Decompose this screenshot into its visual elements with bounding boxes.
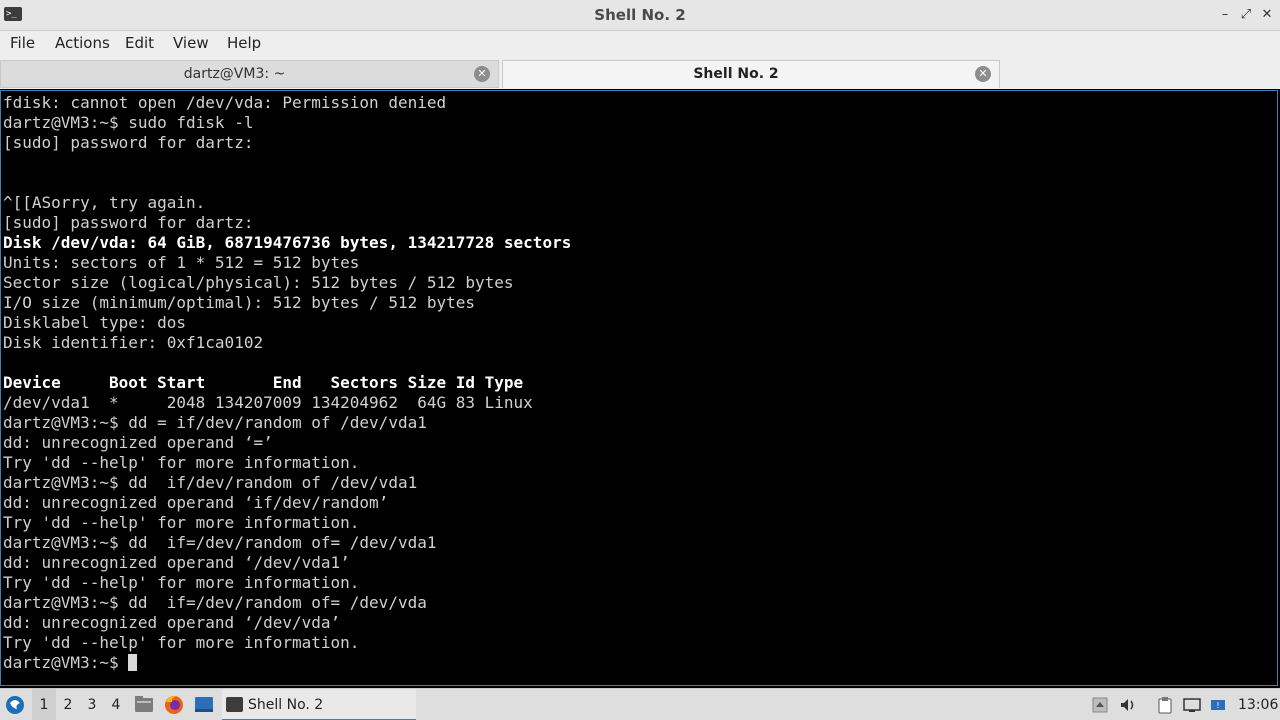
taskbar: 1 2 3 4 Shell No. 2 ! 13:06 (0, 688, 1280, 720)
menu-actions[interactable]: Actions (55, 31, 110, 59)
menu-file[interactable]: File (10, 31, 35, 59)
terminal-lines: fdisk: cannot open /dev/vda: Permission … (3, 93, 571, 673)
workspace-1[interactable]: 1 (32, 689, 56, 720)
terminal-line: /dev/vda1 * 2048 134207009 134204962 64G… (3, 393, 533, 412)
text-cursor (128, 654, 138, 671)
menu-bar: File Actions Edit View Help (0, 31, 1280, 59)
title-bar: >_ Shell No. 2 – ⤢ ✕ (0, 0, 1280, 31)
terminal-line: Device Boot Start End Sectors Size Id Ty… (3, 373, 524, 392)
terminal-prompt-line[interactable]: dartz@VM3:~$ (3, 653, 571, 673)
terminal-line: Try 'dd --help' for more information. (3, 573, 360, 592)
menu-view[interactable]: View (173, 31, 209, 59)
firefox-icon[interactable] (163, 689, 185, 720)
terminal-line: Disk /dev/vda: 64 GiB, 68719476736 bytes… (3, 233, 572, 252)
terminal-line: fdisk: cannot open /dev/vda: Permission … (3, 93, 447, 112)
terminal-line: dartz@VM3:~$ dd if=/dev/random of= /dev/… (3, 533, 437, 552)
menu-help[interactable]: Help (227, 31, 261, 59)
clock[interactable]: 13:06 (1238, 689, 1278, 720)
window-title: Shell No. 2 (594, 6, 686, 24)
workspace-4[interactable]: 4 (104, 689, 128, 720)
file-manager-icon[interactable] (134, 689, 154, 720)
terminal-line: Try 'dd --help' for more information. (3, 513, 360, 532)
tab-close-icon[interactable]: ✕ (975, 66, 991, 82)
tab-dartz-vm3[interactable]: dartz@VM3: ~ ✕ (0, 60, 499, 88)
terminal-line: [sudo] password for dartz: (3, 213, 254, 232)
taskbar-task-shell[interactable]: Shell No. 2 (222, 689, 416, 720)
tab-bar: dartz@VM3: ~ ✕ Shell No. 2 ✕ (0, 59, 1280, 89)
menu-edit[interactable]: Edit (125, 31, 154, 59)
svg-text:!: ! (1216, 701, 1219, 710)
workspace-2[interactable]: 2 (56, 689, 80, 720)
terminal-line: dd: unrecognized operand ‘if/dev/random’ (3, 493, 389, 512)
terminal-line: dartz@VM3:~$ dd if/dev/random of /dev/vd… (3, 473, 418, 492)
terminal-line: Try 'dd --help' for more information. (3, 633, 360, 652)
task-label: Shell No. 2 (248, 697, 324, 713)
tab-label: dartz@VM3: ~ (183, 66, 286, 82)
terminal-line: dd: unrecognized operand ‘/dev/vda1’ (3, 553, 350, 572)
terminal-line: dartz@VM3:~$ dd if=/dev/random of= /dev/… (3, 593, 427, 612)
tray-arrow-icon[interactable] (1091, 696, 1109, 714)
clipboard-icon[interactable] (1156, 696, 1174, 714)
terminal-line: I/O size (minimum/optimal): 512 bytes / … (3, 293, 476, 312)
terminal-line: dartz@VM3:~$ sudo fdisk -l (3, 113, 254, 132)
update-icon[interactable]: ! (1209, 696, 1227, 714)
terminal-line: dd: unrecognized operand ‘=’ (3, 433, 273, 452)
terminal-task-icon (226, 697, 243, 712)
tab-shell-no-2[interactable]: Shell No. 2 ✕ (502, 60, 1000, 88)
terminal-line: dartz@VM3:~$ dd = if/dev/random of /dev/… (3, 413, 427, 432)
terminal-prompt: dartz@VM3:~$ (3, 653, 129, 672)
terminal-line: Sector size (logical/physical): 512 byte… (3, 273, 514, 292)
terminal-line: dd: unrecognized operand ‘/dev/vda’ (3, 613, 341, 632)
workspace-3[interactable]: 3 (80, 689, 104, 720)
terminal-output[interactable]: fdisk: cannot open /dev/vda: Permission … (0, 90, 1278, 686)
terminal-line: Disk identifier: 0xf1ca0102 (3, 333, 264, 352)
volume-icon[interactable] (1119, 696, 1137, 714)
terminal-line: Disklabel type: dos (3, 313, 187, 332)
terminal-line: Try 'dd --help' for more information. (3, 453, 360, 472)
tab-close-icon[interactable]: ✕ (474, 66, 490, 82)
maximize-button[interactable]: ⤢ (1237, 6, 1255, 24)
terminal-line: Units: sectors of 1 * 512 = 512 bytes (3, 253, 360, 272)
minimize-button[interactable]: – (1216, 6, 1234, 24)
tab-label: Shell No. 2 (693, 66, 779, 82)
show-desktop-icon[interactable] (193, 689, 215, 720)
terminal-line: ^[[ASorry, try again. (3, 193, 206, 212)
network-icon[interactable] (1183, 696, 1201, 714)
start-menu-icon[interactable] (4, 689, 28, 720)
close-window-button[interactable]: ✕ (1258, 6, 1276, 24)
terminal-line: [sudo] password for dartz: (3, 133, 254, 152)
